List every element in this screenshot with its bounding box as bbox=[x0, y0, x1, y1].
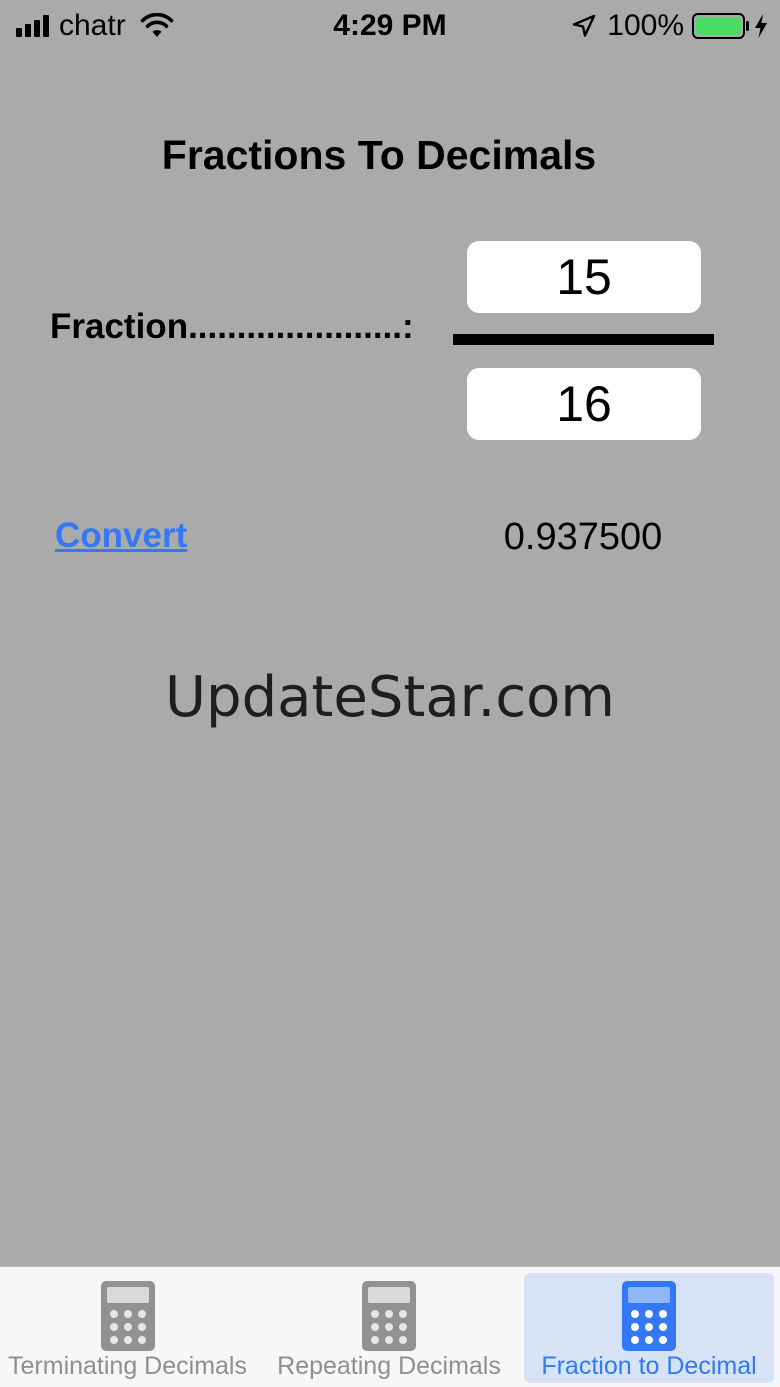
status-bar: chatr 4:29 PM 100% bbox=[0, 0, 780, 52]
page-title: Fractions To Decimals bbox=[161, 132, 597, 178]
tab-label: Fraction to Decimal bbox=[541, 1352, 757, 1380]
calculator-icon bbox=[100, 1281, 155, 1351]
watermark: UpdateStar.com bbox=[165, 665, 615, 730]
convert-button[interactable]: Convert bbox=[55, 514, 187, 558]
fraction-label: Fraction......................: bbox=[50, 307, 414, 346]
tab-fraction-to-decimal[interactable]: Fraction to Decimal bbox=[524, 1273, 774, 1383]
charging-bolt-icon bbox=[755, 14, 767, 38]
calculator-icon bbox=[362, 1281, 416, 1351]
tab-repeating-decimals[interactable]: Repeating Decimals bbox=[262, 1273, 516, 1383]
battery-percent: 100% bbox=[607, 9, 684, 42]
battery-icon bbox=[692, 13, 749, 39]
tab-label: Terminating Decimals bbox=[8, 1352, 247, 1380]
fraction-bar bbox=[453, 334, 714, 345]
tab-terminating-decimals[interactable]: Terminating Decimals bbox=[0, 1273, 255, 1383]
status-right: 100% bbox=[571, 8, 768, 44]
calculator-icon bbox=[622, 1281, 676, 1351]
location-arrow-icon bbox=[573, 14, 596, 37]
result-value: 0.937500 bbox=[503, 516, 663, 558]
numerator-input[interactable] bbox=[467, 241, 701, 313]
denominator-input[interactable] bbox=[467, 368, 701, 440]
tab-label: Repeating Decimals bbox=[277, 1352, 501, 1380]
tab-bar: Terminating Decimals Repeating Decimals … bbox=[0, 1266, 780, 1387]
